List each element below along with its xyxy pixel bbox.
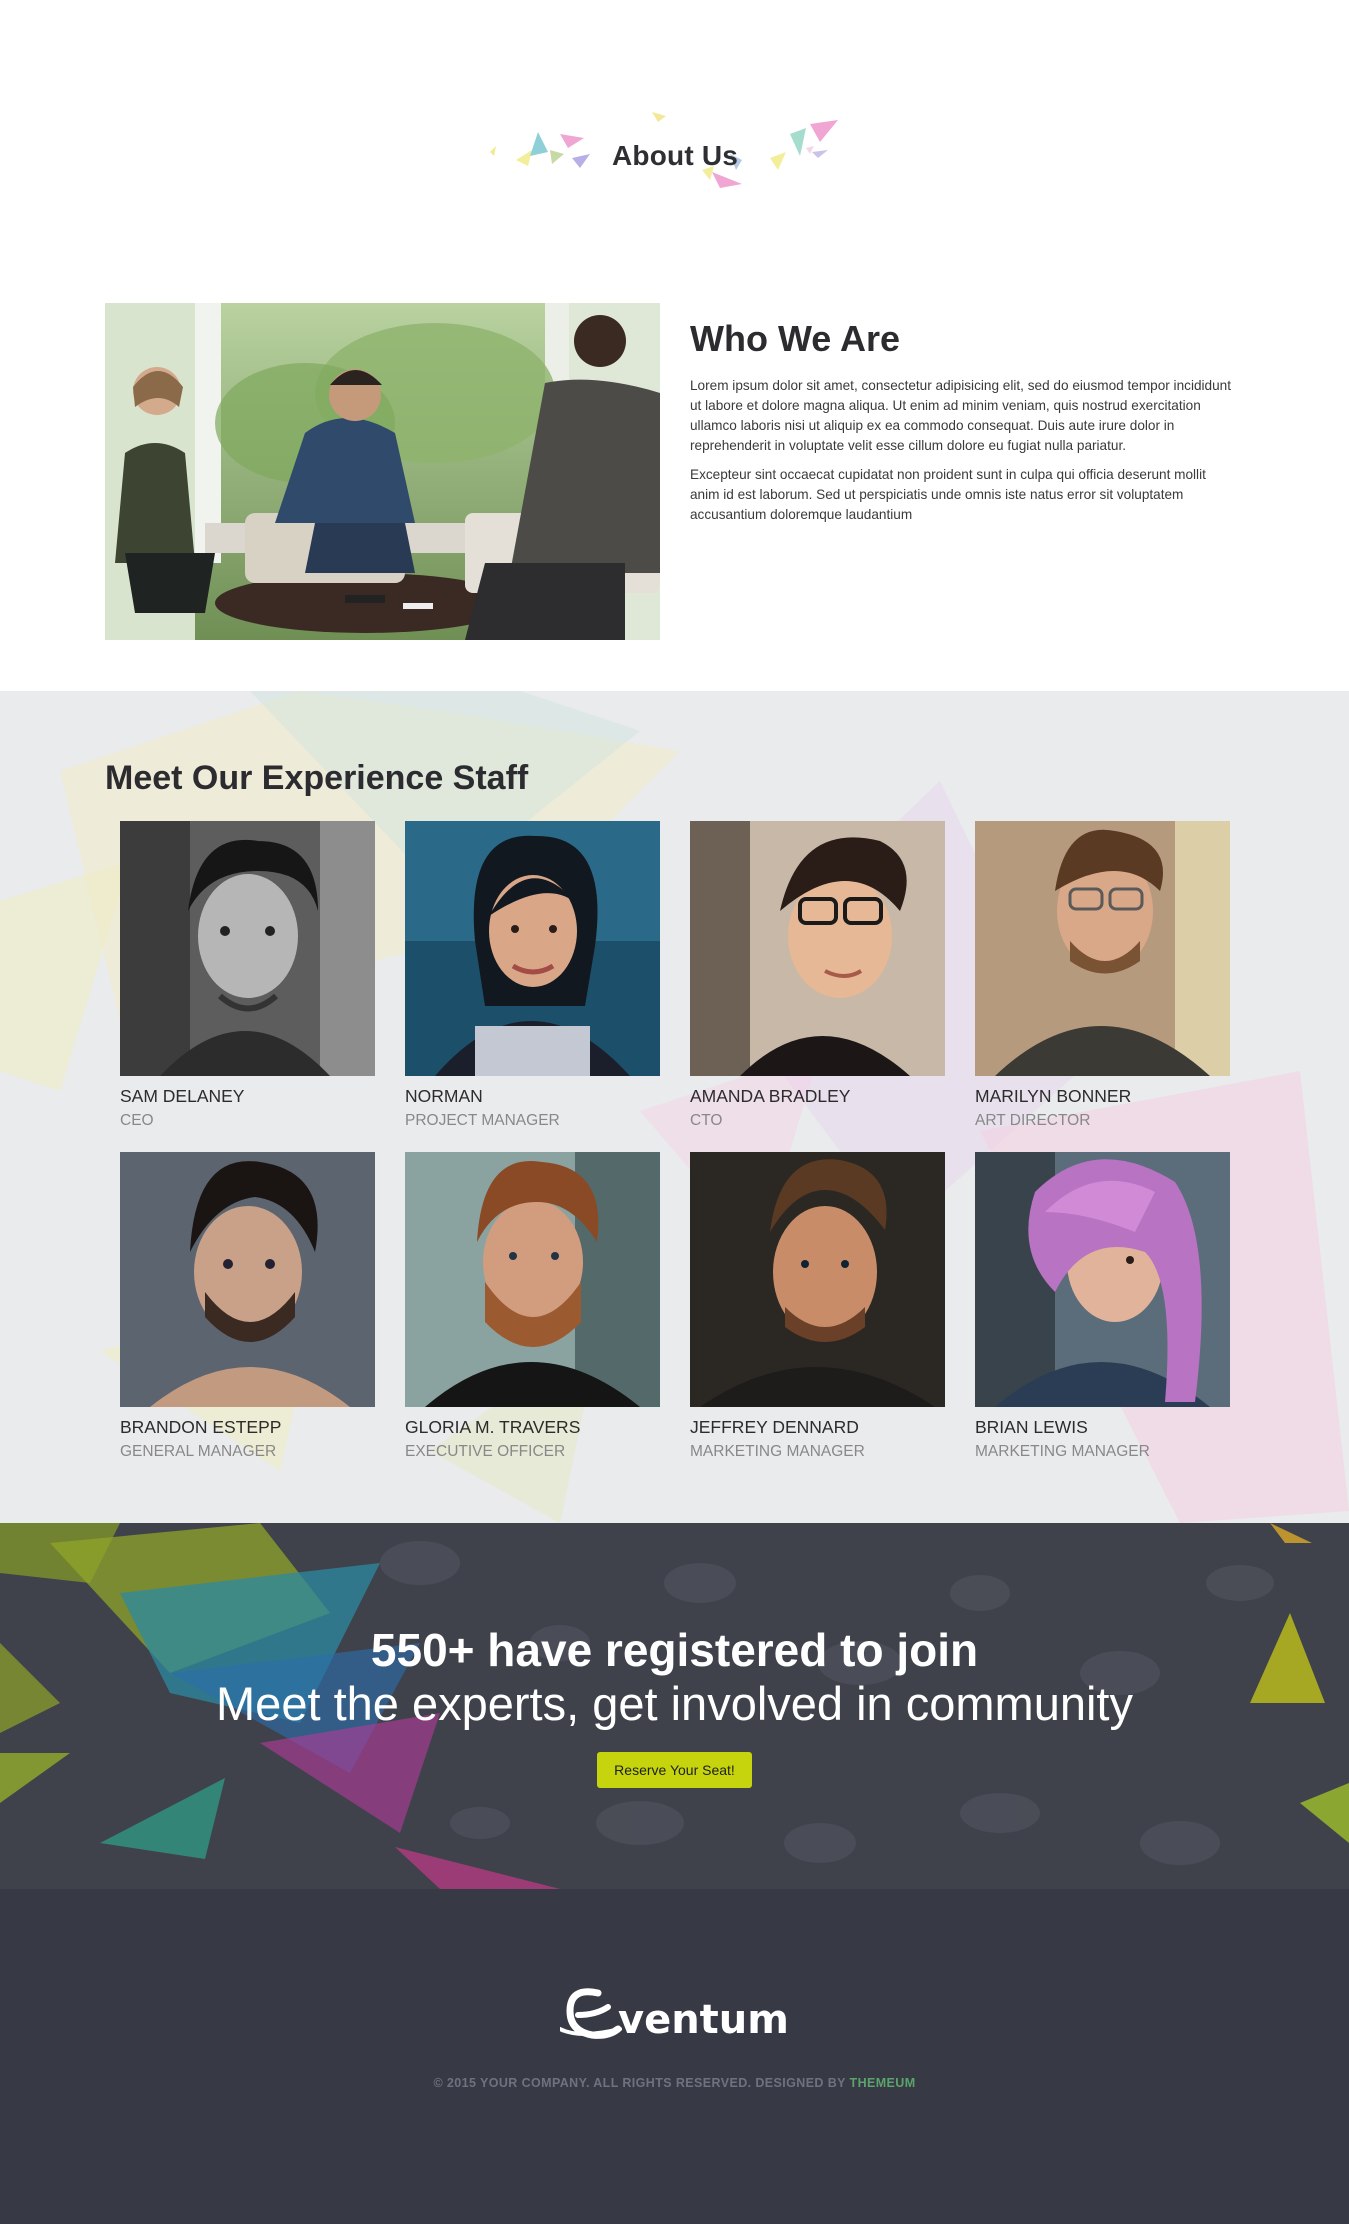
staff-card[interactable]: MARILYN BONNER ART DIRECTOR — [975, 821, 1230, 1130]
eventum-logo[interactable]: ventum — [0, 1985, 1349, 2056]
staff-section: Meet Our Experience Staff SAM DELANEY CE… — [0, 691, 1349, 1523]
who-we-are-paragraph: Excepteur sint occaecat cupidatat non pr… — [690, 467, 1206, 522]
staff-card[interactable]: AMANDA BRADLEY CTO — [690, 821, 945, 1130]
reserve-seat-button[interactable]: Reserve Your Seat! — [597, 1752, 752, 1788]
staff-card[interactable]: SAM DELANEY CEO — [120, 821, 375, 1130]
staff-card[interactable]: BRIAN LEWIS MARKETING MANAGER — [975, 1152, 1230, 1461]
staff-role: EXECUTIVE OFFICER — [405, 1443, 566, 1460]
copyright-notice: © 2015 YOUR COMPANY. ALL RIGHTS RESERVED… — [433, 2076, 846, 2090]
staff-role: ART DIRECTOR — [975, 1112, 1091, 1129]
staff-role: CTO — [690, 1112, 723, 1129]
about-title: About Us — [611, 140, 739, 171]
designer-link[interactable]: THEMEUM — [850, 2076, 916, 2090]
staff-card[interactable]: BRANDON ESTEPP GENERAL MANAGER — [120, 1152, 375, 1461]
registered-headline: 550+ have registered to join — [370, 1624, 979, 1676]
registration-cta-section: 550+ have registered to join Meet the ex… — [0, 1523, 1349, 1889]
staff-name: AMANDA BRADLEY — [690, 1086, 851, 1106]
staff-card[interactable]: JEFFREY DENNARD MARKETING MANAGER — [690, 1152, 945, 1461]
about-title-block: About Us — [480, 108, 870, 198]
staff-role: CEO — [120, 1112, 154, 1129]
staff-role: MARKETING MANAGER — [975, 1443, 1150, 1460]
who-we-are-heading: Who We Are — [690, 318, 901, 359]
staff-photo — [405, 1152, 660, 1407]
staff-role: GENERAL MANAGER — [120, 1443, 277, 1460]
staff-photo — [120, 821, 375, 1076]
who-we-are-paragraph: Lorem ipsum dolor sit amet, consectetur … — [690, 378, 1231, 453]
staff-card[interactable]: NORMAN PROJECT MANAGER — [405, 821, 660, 1130]
staff-name: BRANDON ESTEPP — [120, 1417, 282, 1437]
staff-name: BRIAN LEWIS — [975, 1417, 1088, 1437]
staff-name: SAM DELANEY — [120, 1086, 245, 1106]
cta-subline: Meet the experts, get involved in commun… — [216, 1677, 1133, 1730]
staff-photo — [690, 821, 945, 1076]
staff-name: JEFFREY DENNARD — [690, 1417, 859, 1437]
copyright-text: © 2015 YOUR COMPANY. ALL RIGHTS RESERVED… — [0, 2076, 1349, 2090]
staff-photo — [690, 1152, 945, 1407]
staff-photo — [405, 821, 660, 1076]
staff-heading: Meet Our Experience Staff — [105, 759, 529, 797]
staff-name: MARILYN BONNER — [975, 1086, 1132, 1106]
staff-name: NORMAN — [405, 1086, 483, 1106]
who-we-are-block: Who We Are Lorem ipsum dolor sit amet, c… — [690, 318, 1235, 534]
staff-card[interactable]: GLORIA M. TRAVERS EXECUTIVE OFFICER — [405, 1152, 660, 1461]
logo-wordmark: ventum — [618, 1997, 789, 2043]
staff-photo — [975, 821, 1230, 1076]
staff-photo — [975, 1152, 1230, 1407]
staff-name: GLORIA M. TRAVERS — [405, 1417, 581, 1437]
staff-role: MARKETING MANAGER — [690, 1443, 865, 1460]
footer: ventum © 2015 YOUR COMPANY. ALL RIGHTS R… — [0, 1889, 1349, 2224]
about-section: About Us — [0, 0, 1349, 300]
staff-photo — [120, 1152, 375, 1407]
meeting-photo — [105, 303, 660, 640]
staff-role: PROJECT MANAGER — [405, 1112, 560, 1129]
